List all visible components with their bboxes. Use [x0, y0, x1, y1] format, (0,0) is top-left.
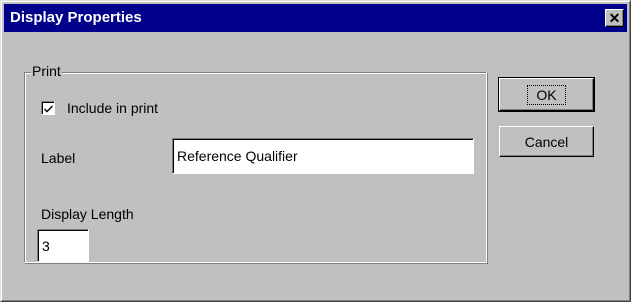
label-field[interactable]	[172, 138, 474, 174]
display-length-caption: Display Length	[41, 206, 134, 222]
label-caption: Label	[41, 150, 76, 166]
close-button[interactable]: ✕	[605, 9, 624, 27]
close-icon: ✕	[608, 10, 621, 26]
checkmark-icon	[44, 105, 53, 113]
dialog-window: Display Properties ✕ Print Include in pr…	[0, 0, 631, 302]
include-in-print-label[interactable]: Include in print	[67, 100, 158, 116]
ok-button[interactable]: OK	[498, 77, 595, 112]
ok-button-label: OK	[527, 84, 566, 105]
display-length-field[interactable]	[37, 229, 89, 262]
cancel-button[interactable]: Cancel	[499, 126, 594, 157]
dialog-title: Display Properties	[10, 9, 142, 26]
include-in-print-checkbox[interactable]	[41, 101, 55, 115]
title-bar[interactable]: Display Properties ✕	[4, 4, 627, 32]
print-group-legend: Print	[31, 63, 62, 79]
